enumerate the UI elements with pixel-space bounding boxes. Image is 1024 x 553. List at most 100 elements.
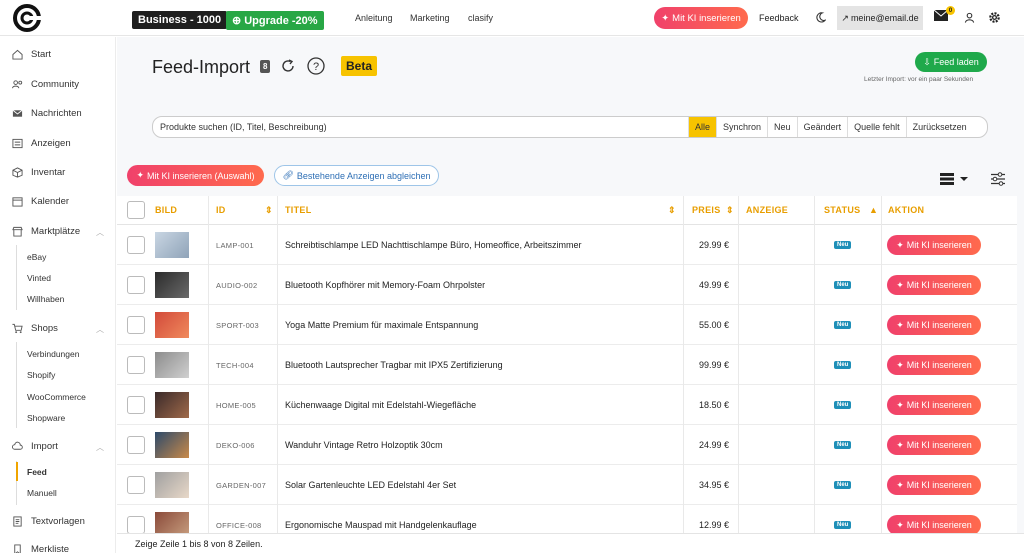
- nav-clasify[interactable]: clasify: [468, 13, 493, 23]
- ki-insert-row-button[interactable]: ✦ Mit KI inserieren: [887, 395, 981, 415]
- column-bild[interactable]: BILD: [155, 205, 177, 215]
- sidebar-item-woocommerce[interactable]: WooCommerce: [27, 392, 86, 402]
- help-icon[interactable]: ?: [307, 57, 325, 75]
- filter-alle[interactable]: Alle: [688, 117, 717, 137]
- email-account[interactable]: ↗ meine@email.de: [837, 6, 923, 30]
- column-id[interactable]: ID: [216, 205, 226, 215]
- sparkle-icon: ✦: [896, 439, 904, 450]
- sidebar-item-inventar[interactable]: Inventar: [12, 167, 65, 178]
- product-thumbnail[interactable]: [155, 312, 189, 338]
- mail-button[interactable]: 0: [933, 6, 955, 24]
- sidebar-item-nachrichten[interactable]: Nachrichten: [12, 108, 82, 119]
- sidebar-item-manuell[interactable]: Manuell: [27, 488, 57, 498]
- product-thumbnail[interactable]: [155, 272, 189, 298]
- row-checkbox[interactable]: [127, 236, 145, 254]
- match-listings-button[interactable]: 🔗︎ Bestehende Anzeigen abgleichen: [274, 165, 439, 186]
- ki-insert-row-button[interactable]: ✦ Mit KI inserieren: [887, 235, 981, 255]
- row-checkbox[interactable]: [127, 476, 145, 494]
- product-thumbnail[interactable]: [155, 352, 189, 378]
- refresh-icon[interactable]: [280, 58, 296, 74]
- sidebar-item-vinted[interactable]: Vinted: [27, 273, 51, 283]
- chevron-up-icon[interactable]: ︿: [96, 442, 104, 453]
- sidebar-item-shopware[interactable]: Shopware: [27, 413, 65, 423]
- search-input[interactable]: Produkte suchen (ID, Titel, Beschreibung…: [153, 122, 688, 132]
- row-checkbox[interactable]: [127, 276, 145, 294]
- product-title: Bluetooth Lautsprecher Tragbar mit IPX5 …: [285, 360, 503, 370]
- sort-icon[interactable]: ⇕: [726, 205, 734, 216]
- cloud-icon: [12, 441, 23, 450]
- column-status[interactable]: STATUS: [824, 205, 860, 215]
- ki-insert-row-button[interactable]: ✦ Mit KI inserieren: [887, 515, 981, 535]
- sort-icon[interactable]: ⇕: [265, 205, 273, 216]
- row-checkbox[interactable]: [127, 316, 145, 334]
- user-icon[interactable]: [964, 12, 975, 23]
- ki-insert-selection-button[interactable]: ✦ Mit KI inserieren (Auswahl): [127, 165, 264, 186]
- column-titel[interactable]: TITEL: [285, 205, 312, 215]
- logo-icon[interactable]: [12, 3, 42, 33]
- ki-insert-row-button[interactable]: ✦ Mit KI inserieren: [887, 275, 981, 295]
- gear-icon[interactable]: [988, 11, 1001, 24]
- nav-marketing[interactable]: Marketing: [410, 13, 450, 23]
- ki-insert-row-button[interactable]: ✦ Mit KI inserieren: [887, 435, 981, 455]
- chevron-up-icon[interactable]: ︿: [96, 324, 104, 335]
- column-divider: [814, 196, 815, 545]
- sidebar-item-kalender[interactable]: Kalender: [12, 196, 69, 207]
- product-thumbnail[interactable]: [155, 432, 189, 458]
- table-row[interactable]: AUDIO-002 Bluetooth Kopfhörer mit Memory-…: [117, 265, 1017, 305]
- load-feed-button[interactable]: ⇩ Feed laden: [915, 52, 987, 72]
- sidebar-item-textvorlagen[interactable]: Textvorlagen: [12, 516, 85, 527]
- table-row[interactable]: HOME-005 Küchenwaage Digital mit Edelstah…: [117, 385, 1017, 425]
- row-checkbox[interactable]: [127, 516, 145, 534]
- sidebar-item-marktplaetze[interactable]: Marktplätze: [12, 226, 80, 237]
- link-icon: 🔗︎: [282, 170, 294, 180]
- sort-icon[interactable]: ⇕: [668, 205, 676, 216]
- sidebar-item-anzeigen[interactable]: Anzeigen: [12, 138, 71, 149]
- upgrade-badge[interactable]: ⊕ Upgrade -20%: [226, 11, 324, 30]
- filter-geaendert[interactable]: Geändert: [796, 117, 848, 137]
- sort-up-icon[interactable]: ▲: [869, 205, 878, 215]
- ki-insert-row-button[interactable]: ✦ Mit KI inserieren: [887, 315, 981, 335]
- table-row[interactable]: LAMP-001 Schreibtischlampe LED Nachttisch…: [117, 225, 1017, 265]
- sidebar-item-import[interactable]: Import: [12, 441, 58, 452]
- mail-icon: [12, 109, 23, 117]
- row-checkbox[interactable]: [127, 396, 145, 414]
- moon-icon[interactable]: [815, 12, 826, 23]
- ki-insert-button[interactable]: ✦ Mit KI inserieren: [654, 7, 748, 29]
- external-link-icon: ↗: [841, 12, 849, 23]
- select-all-checkbox[interactable]: [127, 201, 145, 219]
- sidebar-item-feed[interactable]: Feed: [27, 467, 47, 477]
- row-checkbox[interactable]: [127, 436, 145, 454]
- sidebar-item-ebay[interactable]: eBay: [27, 252, 46, 262]
- sidebar-item-start[interactable]: Start: [12, 49, 51, 60]
- column-anzeige[interactable]: ANZEIGE: [746, 205, 788, 215]
- feedback-link[interactable]: Feedback: [759, 13, 799, 23]
- table-row[interactable]: DEKO-006 Wanduhr Vintage Retro Holzoptik …: [117, 425, 1017, 465]
- sidebar-item-merkliste[interactable]: Merkliste: [12, 544, 69, 553]
- ki-insert-row-button[interactable]: ✦ Mit KI inserieren: [887, 475, 981, 495]
- business-badge[interactable]: Business - 1000: [132, 11, 228, 29]
- product-thumbnail[interactable]: [155, 392, 189, 418]
- view-toggle[interactable]: [940, 173, 972, 188]
- sidebar-item-verbindungen[interactable]: Verbindungen: [27, 349, 79, 359]
- sidebar-item-willhaben[interactable]: Willhaben: [27, 294, 64, 304]
- filter-synchron[interactable]: Synchron: [716, 117, 767, 137]
- table-row[interactable]: TECH-004 Bluetooth Lautsprecher Tragbar m…: [117, 345, 1017, 385]
- chevron-up-icon[interactable]: ︿: [96, 227, 104, 238]
- reset-button[interactable]: Zurücksetzen: [905, 117, 973, 137]
- product-thumbnail[interactable]: [155, 472, 189, 498]
- table-row[interactable]: GARDEN-007 Solar Gartenleuchte LED Edelst…: [117, 465, 1017, 505]
- product-thumbnail[interactable]: [155, 232, 189, 258]
- filter-quelle-fehlt[interactable]: Quelle fehlt: [847, 117, 906, 137]
- ki-insert-row-label: Mit KI inserieren: [906, 280, 972, 290]
- filter-neu[interactable]: Neu: [767, 117, 797, 137]
- nav-anleitung[interactable]: Anleitung: [355, 13, 393, 23]
- download-cloud-icon: ⇩: [923, 56, 931, 67]
- sidebar-item-shopify[interactable]: Shopify: [27, 370, 55, 380]
- sidebar-item-shops[interactable]: Shops: [12, 323, 58, 334]
- row-checkbox[interactable]: [127, 356, 145, 374]
- sliders-icon[interactable]: [990, 172, 1006, 186]
- table-row[interactable]: SPORT-003 Yoga Matte Premium für maximale…: [117, 305, 1017, 345]
- ki-insert-row-button[interactable]: ✦ Mit KI inserieren: [887, 355, 981, 375]
- column-preis[interactable]: PREIS: [692, 205, 721, 215]
- sidebar-item-community[interactable]: Community: [12, 79, 79, 90]
